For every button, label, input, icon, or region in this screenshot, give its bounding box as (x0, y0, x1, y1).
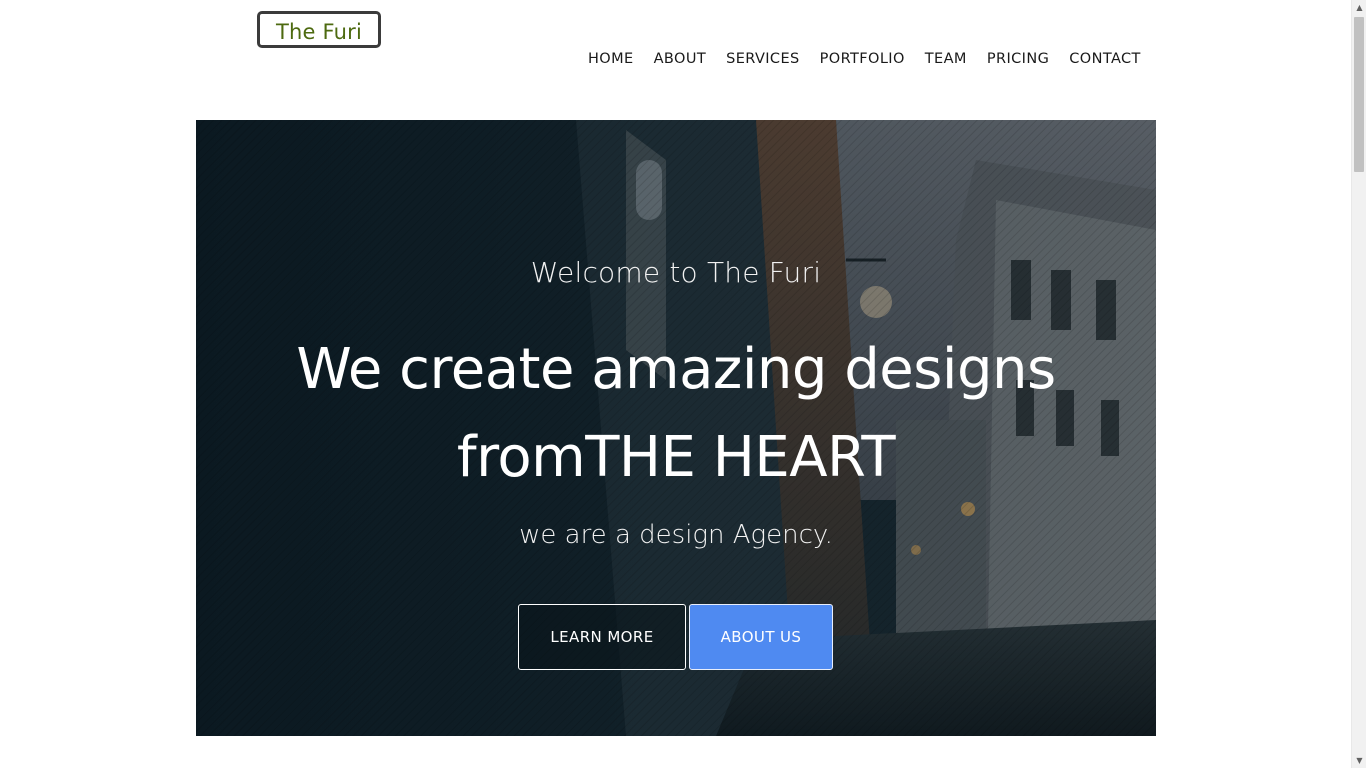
logo[interactable]: The Furi (257, 11, 381, 48)
nav-item-contact[interactable]: CONTACT (1069, 49, 1141, 69)
about-us-button[interactable]: ABOUT US (689, 604, 833, 670)
page: The Furi HOME ABOUT SERVICES PORTFOLIO T… (0, 0, 1366, 768)
nav-item-team[interactable]: TEAM (925, 49, 967, 69)
nav-item-home[interactable]: HOME (588, 49, 634, 69)
hero-headline: We create amazing designs fromTHE HEART (196, 326, 1156, 502)
page-scrollbar[interactable]: ▲ ▼ (1351, 0, 1366, 768)
triangle-up-icon[interactable]: ▲ (1352, 0, 1366, 15)
logo-text: The Furi (275, 20, 363, 44)
hero-welcome-text: Welcome to The Furi (530, 256, 822, 289)
nav-item-portfolio[interactable]: PORTFOLIO (820, 49, 905, 69)
scrollbar-thumb[interactable] (1354, 17, 1364, 172)
hero-buttons: LEARN MORE ABOUT US (518, 604, 833, 670)
learn-more-button[interactable]: LEARN MORE (518, 604, 686, 670)
hero-section: Welcome to The Furi We create amazing de… (196, 120, 1156, 736)
hero-headline-line-2: fromTHE HEART (456, 425, 896, 490)
triangle-down-icon[interactable]: ▼ (1352, 753, 1366, 768)
hero-headline-line-1: We create amazing designs (296, 337, 1056, 402)
hero-tagline: we are a design Agency. (519, 520, 833, 550)
nav-item-services[interactable]: SERVICES (726, 49, 800, 69)
hero-content: Welcome to The Furi We create amazing de… (196, 120, 1156, 736)
nav-item-about[interactable]: ABOUT (654, 49, 707, 69)
main-nav: HOME ABOUT SERVICES PORTFOLIO TEAM PRICI… (588, 49, 1141, 69)
nav-item-pricing[interactable]: PRICING (987, 49, 1049, 69)
